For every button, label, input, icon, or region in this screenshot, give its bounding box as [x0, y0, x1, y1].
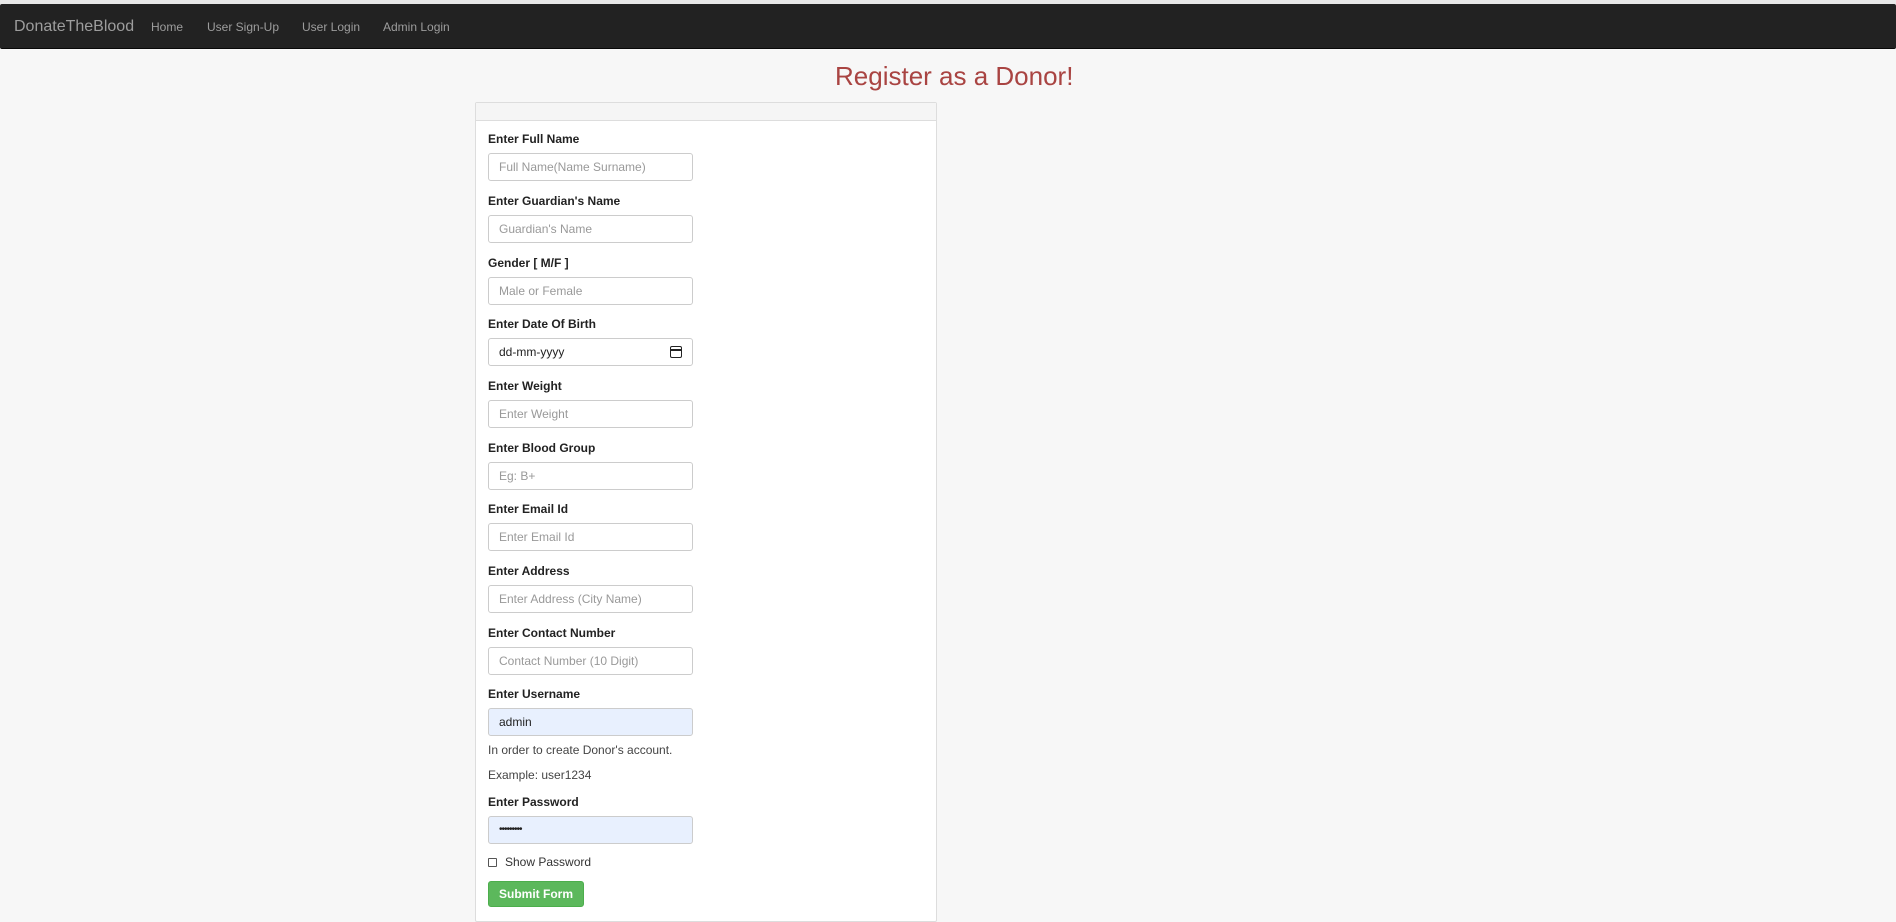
full-name-input[interactable]: Full Name(Name Surname): [488, 153, 693, 181]
dob-placeholder: dd-mm-yyyy: [499, 345, 565, 359]
full-name-label: Enter Full Name: [488, 132, 580, 146]
submit-form-button[interactable]: Submit Form: [488, 881, 584, 907]
nav-user-signup[interactable]: User Sign-Up: [207, 20, 279, 34]
blood-group-group: Enter Blood Group Eg: B+: [488, 441, 693, 490]
gender-group: Gender [ M/F ] Male or Female: [488, 256, 693, 305]
username-example-text: Example: user1234: [488, 768, 592, 782]
email-input[interactable]: Enter Email Id: [488, 523, 693, 551]
contact-number-input[interactable]: Contact Number (10 Digit): [488, 647, 693, 675]
password-input[interactable]: •••••••••: [488, 816, 693, 844]
email-group: Enter Email Id Enter Email Id: [488, 502, 693, 551]
username-input[interactable]: admin: [488, 708, 693, 736]
show-password-label: Show Password: [505, 855, 592, 869]
address-group: Enter Address Enter Address (City Name): [488, 564, 693, 613]
nav-admin-login[interactable]: Admin Login: [383, 20, 450, 34]
nav-home[interactable]: Home: [151, 20, 183, 34]
password-label: Enter Password: [488, 795, 579, 809]
show-password-row[interactable]: Show Password: [488, 855, 591, 869]
guardian-name-input[interactable]: Guardian's Name: [488, 215, 693, 243]
contact-number-label: Enter Contact Number: [488, 626, 616, 640]
blood-group-input[interactable]: Eg: B+: [488, 462, 693, 490]
weight-label: Enter Weight: [488, 379, 562, 393]
username-label: Enter Username: [488, 687, 581, 701]
nav-user-login[interactable]: User Login: [302, 20, 360, 34]
gender-label: Gender [ M/F ]: [488, 256, 569, 270]
address-input[interactable]: Enter Address (City Name): [488, 585, 693, 613]
username-group: Enter Username admin: [488, 687, 693, 736]
show-password-checkbox[interactable]: [488, 858, 497, 867]
calendar-icon[interactable]: [670, 346, 682, 358]
dob-label: Enter Date Of Birth: [488, 317, 597, 331]
password-group: Enter Password •••••••••: [488, 795, 693, 844]
guardian-name-label: Enter Guardian's Name: [488, 194, 621, 208]
weight-group: Enter Weight Enter Weight: [488, 379, 693, 428]
contact-number-group: Enter Contact Number Contact Number (10 …: [488, 626, 693, 675]
weight-input[interactable]: Enter Weight: [488, 400, 693, 428]
blood-group-label: Enter Blood Group: [488, 441, 596, 455]
registration-form-panel: Enter Full Name Full Name(Name Surname) …: [475, 102, 937, 922]
panel-heading: [476, 103, 936, 121]
full-name-group: Enter Full Name Full Name(Name Surname): [488, 132, 693, 181]
guardian-name-group: Enter Guardian's Name Guardian's Name: [488, 194, 693, 243]
navbar: DonateTheBlood Home User Sign-Up User Lo…: [0, 4, 1896, 49]
username-help-text: In order to create Donor's account.: [488, 743, 673, 757]
brand-link[interactable]: DonateTheBlood: [14, 18, 134, 36]
page-title: Register as a Donor!: [835, 61, 1074, 91]
dob-group: Enter Date Of Birth dd-mm-yyyy: [488, 317, 693, 366]
dob-input[interactable]: dd-mm-yyyy: [488, 338, 693, 366]
email-label: Enter Email Id: [488, 502, 569, 516]
gender-input[interactable]: Male or Female: [488, 277, 693, 305]
address-label: Enter Address: [488, 564, 570, 578]
